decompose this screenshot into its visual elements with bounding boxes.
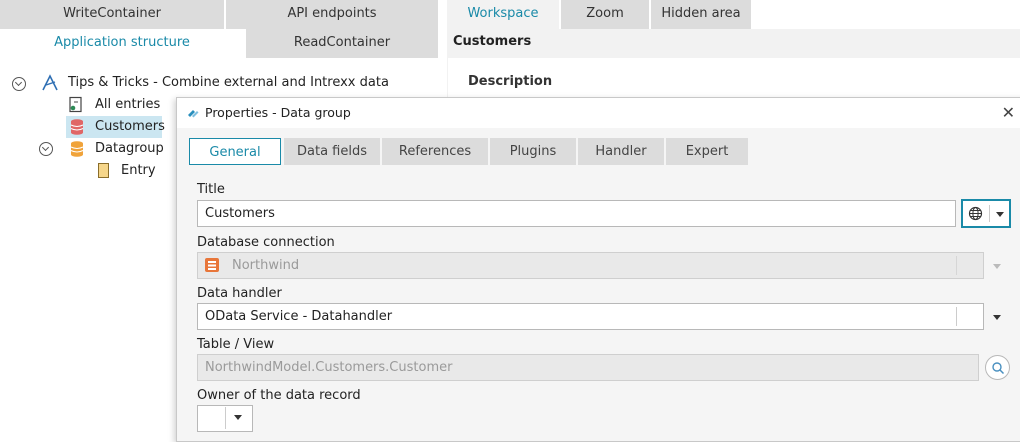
- collapse-icon[interactable]: [39, 142, 53, 156]
- tab-handler[interactable]: Handler: [578, 138, 664, 165]
- application-icon: [40, 73, 60, 93]
- chevron-down-icon: [234, 415, 242, 420]
- dialog-title: Properties - Data group: [205, 105, 351, 120]
- tree-item-all-entries[interactable]: All entries: [95, 94, 160, 116]
- database-icon: [69, 118, 85, 136]
- intrexx-logo-icon: [186, 106, 200, 120]
- tab-readcontainer[interactable]: ReadContainer: [246, 29, 438, 58]
- close-icon[interactable]: ✕: [1002, 101, 1015, 125]
- owner-label: Owner of the data record: [197, 388, 361, 403]
- chevron-down-icon: [993, 315, 1001, 320]
- database-connection-icon: [204, 257, 220, 273]
- tab-application-structure[interactable]: Application structure: [0, 29, 244, 58]
- tab-data-fields[interactable]: Data fields: [284, 138, 380, 165]
- tree-item-entry[interactable]: Entry: [121, 160, 156, 182]
- view-entries-icon: [68, 96, 84, 114]
- tab-references[interactable]: References: [382, 138, 488, 165]
- table-view-input: NorthwindModel.Customers.Customer: [197, 354, 979, 381]
- database-connection-select[interactable]: Northwind: [197, 252, 984, 279]
- data-handler-label: Data handler: [197, 286, 282, 301]
- tab-api-endpoints[interactable]: API endpoints: [226, 0, 438, 29]
- tab-workspace[interactable]: Workspace: [447, 0, 559, 29]
- title-label: Title: [197, 182, 225, 197]
- description-heading: Description: [468, 74, 553, 89]
- tab-plugins[interactable]: Plugins: [490, 138, 576, 165]
- tab-general[interactable]: General: [189, 138, 281, 165]
- collapse-icon[interactable]: [12, 77, 26, 91]
- database-connection-label: Database connection: [197, 235, 335, 250]
- tree-item-datagroup[interactable]: Datagroup: [95, 138, 164, 160]
- data-handler-select[interactable]: OData Service - Datahandler: [197, 303, 984, 330]
- tab-expert[interactable]: Expert: [666, 138, 748, 165]
- tree-root-label[interactable]: Tips & Tricks - Combine external and Int…: [68, 72, 389, 94]
- separator: [225, 407, 226, 429]
- chevron-down-icon: [993, 264, 1001, 269]
- tab-zoom[interactable]: Zoom: [561, 0, 649, 29]
- tab-hidden-area[interactable]: Hidden area: [651, 0, 751, 29]
- title-input[interactable]: Customers: [197, 200, 956, 227]
- entry-icon: [97, 162, 111, 180]
- separator: [956, 256, 957, 275]
- workspace-title: Customers: [453, 34, 532, 49]
- search-table-button[interactable]: [985, 355, 1010, 380]
- language-dropdown-button[interactable]: [961, 199, 1011, 228]
- search-icon: [991, 361, 1005, 375]
- table-view-label: Table / View: [197, 337, 275, 352]
- separator: [989, 205, 990, 222]
- tab-writecontainer[interactable]: WriteContainer: [0, 0, 224, 29]
- datagroup-icon: [69, 140, 85, 158]
- globe-icon: [968, 206, 983, 221]
- separator: [956, 307, 957, 326]
- properties-dialog: Properties - Data group ✕ General Data f…: [176, 97, 1020, 442]
- chevron-down-icon: [996, 212, 1004, 217]
- tree-item-customers[interactable]: Customers: [95, 116, 165, 138]
- dialog-header: Properties - Data group ✕: [177, 98, 1020, 128]
